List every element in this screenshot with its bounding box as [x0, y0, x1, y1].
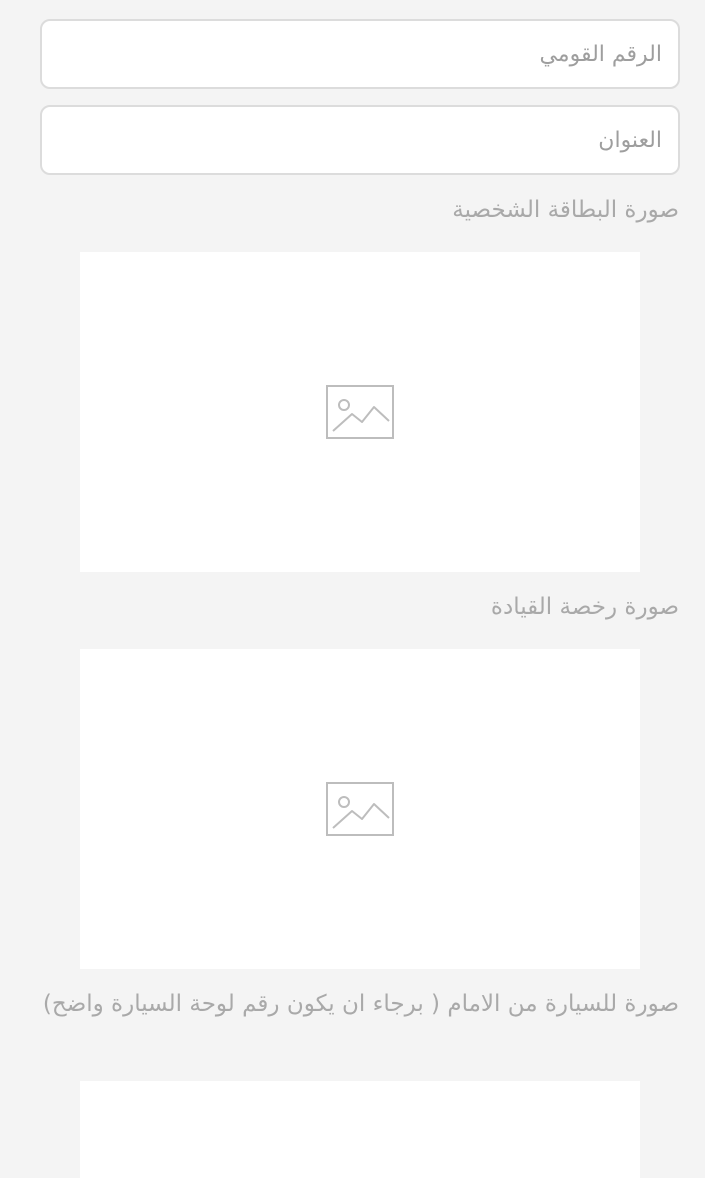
- image-placeholder-icon: [326, 385, 394, 439]
- license-photo-upload[interactable]: [80, 649, 640, 969]
- car-front-photo-label: صورة للسيارة من الامام ( برجاء ان يكون ر…: [42, 991, 679, 1017]
- id-card-photo-upload[interactable]: [80, 252, 640, 572]
- car-front-photo-upload[interactable]: [80, 1081, 640, 1178]
- id-card-photo-label: صورة البطاقة الشخصية: [452, 197, 679, 223]
- license-photo-label: صورة رخصة القيادة: [490, 594, 679, 620]
- national-id-field[interactable]: [40, 19, 680, 89]
- image-placeholder-icon: [326, 782, 394, 836]
- address-field[interactable]: [40, 105, 680, 175]
